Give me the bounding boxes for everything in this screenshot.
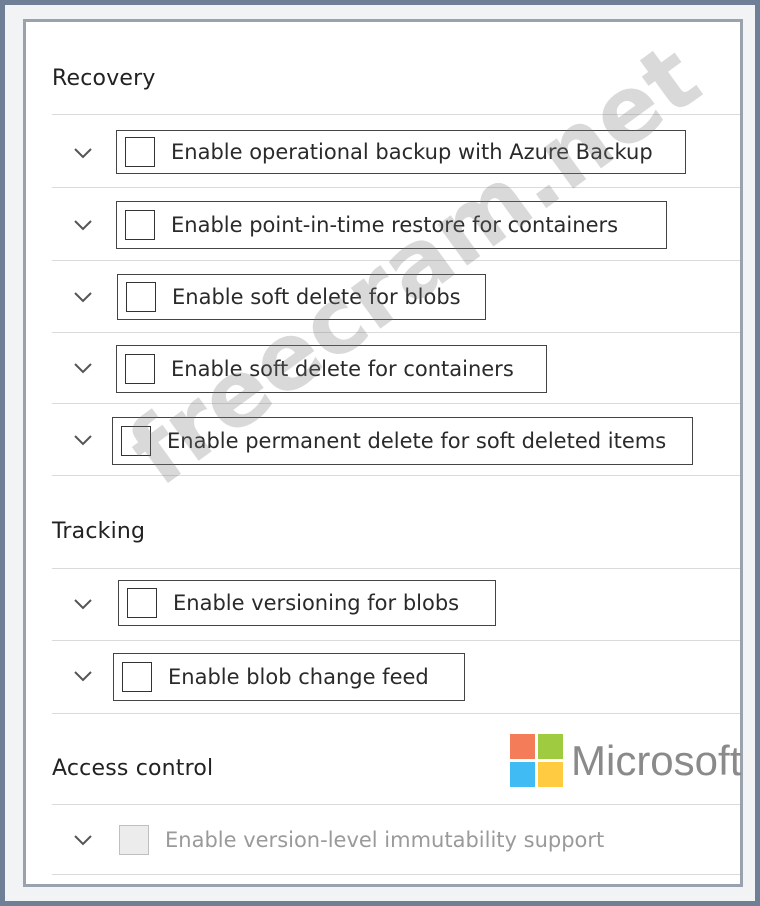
logo-square (538, 762, 563, 787)
point-in-time-restore-checkbox[interactable] (125, 210, 155, 240)
logo-square (538, 734, 563, 759)
operational-backup-checkbox[interactable] (125, 137, 155, 167)
chevron-down-icon[interactable] (72, 829, 94, 851)
option-soft-delete-containers[interactable]: Enable soft delete for containers (116, 345, 547, 393)
soft-delete-containers-checkbox[interactable] (125, 354, 155, 384)
versioning-blobs-label: Enable versioning for blobs (173, 591, 460, 615)
chevron-down-icon[interactable] (72, 665, 94, 687)
logo-square (510, 734, 535, 759)
permanent-delete-label: Enable permanent delete for soft deleted… (167, 429, 667, 453)
divider (52, 475, 740, 476)
blob-change-feed-label: Enable blob change feed (168, 665, 429, 689)
soft-delete-containers-label: Enable soft delete for containers (171, 357, 514, 381)
chevron-down-icon[interactable] (72, 357, 94, 379)
section-title-tracking: Tracking (52, 519, 146, 544)
chevron-down-icon[interactable] (72, 214, 94, 236)
blob-change-feed-checkbox[interactable] (122, 662, 152, 692)
soft-delete-blobs-label: Enable soft delete for blobs (172, 285, 461, 309)
divider (52, 260, 740, 261)
option-permanent-delete[interactable]: Enable permanent delete for soft deleted… (112, 417, 693, 465)
microsoft-grid-icon (510, 734, 563, 787)
microsoft-wordmark: Microsoft (571, 736, 742, 784)
logo-square (510, 762, 535, 787)
section-title-access-control: Access control (52, 756, 214, 781)
operational-backup-label: Enable operational backup with Azure Bac… (171, 140, 653, 164)
divider (52, 403, 740, 404)
versioning-blobs-checkbox[interactable] (127, 588, 157, 618)
chevron-down-icon[interactable] (72, 429, 94, 451)
version-immutability-label: Enable version-level immutability suppor… (165, 828, 605, 852)
permanent-delete-checkbox[interactable] (121, 426, 151, 456)
chevron-down-icon[interactable] (72, 286, 94, 308)
divider (52, 874, 740, 875)
divider (52, 713, 740, 714)
option-soft-delete-blobs[interactable]: Enable soft delete for blobs (117, 274, 486, 320)
divider (52, 804, 740, 805)
option-version-immutability: Enable version-level immutability suppor… (116, 817, 676, 863)
divider (52, 332, 740, 333)
option-versioning-blobs[interactable]: Enable versioning for blobs (118, 580, 496, 626)
divider (52, 640, 740, 641)
point-in-time-restore-label: Enable point-in-time restore for contain… (171, 213, 619, 237)
chevron-down-icon[interactable] (72, 142, 94, 164)
section-title-recovery: Recovery (52, 66, 156, 91)
soft-delete-blobs-checkbox[interactable] (126, 282, 156, 312)
microsoft-logo: Microsoft (510, 734, 741, 787)
divider (52, 568, 740, 569)
option-blob-change-feed[interactable]: Enable blob change feed (113, 653, 465, 701)
option-point-in-time-restore[interactable]: Enable point-in-time restore for contain… (116, 201, 667, 249)
chevron-down-icon[interactable] (72, 593, 94, 615)
divider (52, 114, 740, 115)
version-immutability-checkbox (119, 825, 149, 855)
option-operational-backup[interactable]: Enable operational backup with Azure Bac… (116, 130, 686, 174)
divider (52, 187, 740, 188)
